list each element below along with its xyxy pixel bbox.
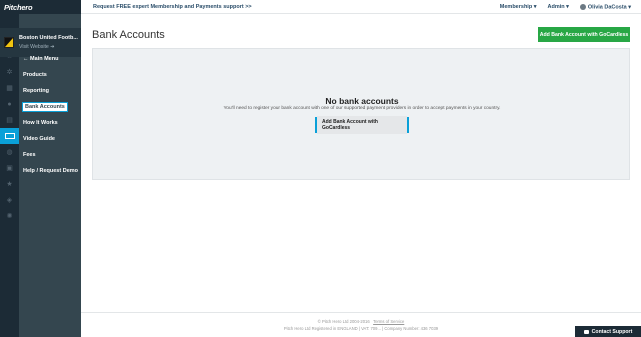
image-icon[interactable]: ▣ <box>0 160 19 176</box>
empty-state-description: You'll need to register your bank accoun… <box>223 106 501 111</box>
empty-state-add-button[interactable]: Add Bank Account with GoCardless <box>315 116 409 134</box>
sidebar-item-fees[interactable]: Fees <box>19 147 81 163</box>
chart-icon[interactable]: ▤ <box>0 112 19 128</box>
copyright-text: © Pitch Hero Ltd 2004-2016 <box>317 319 370 324</box>
calendar-icon[interactable]: ▦ <box>0 80 19 96</box>
sidebar-menu: ← Main Menu Products Reporting Bank Acco… <box>19 51 81 179</box>
empty-state-add-button-label: Add Bank Account with GoCardless <box>317 116 407 134</box>
shield-icon[interactable]: ◈ <box>0 192 19 208</box>
sidebar: Boston United Footb... Visit Website ➔ ←… <box>0 14 81 337</box>
chat-icon <box>583 329 589 334</box>
user-name: Olivia DaCosta ▾ <box>587 4 631 11</box>
terms-link[interactable]: Terms of Service <box>373 319 404 324</box>
cog-icon[interactable]: ✺ <box>0 208 19 224</box>
top-bar: Request FREE expert Membership and Payme… <box>81 0 641 14</box>
footer-company: Pitch Hero Ltd Registered in ENGLAND | V… <box>283 326 439 331</box>
sidebar-item-bank-accounts[interactable]: Bank Accounts <box>19 99 81 115</box>
page-title: Bank Accounts <box>92 29 165 41</box>
sidebar-item-reporting[interactable]: Reporting <box>19 83 81 99</box>
brand-name: Pitchero <box>4 2 33 12</box>
empty-state-title: No bank accounts <box>325 96 399 106</box>
rail-icons: ⌂ ✲ ▦ ● ▤ ◍ ▣ ★ ◈ ✺ <box>0 48 19 224</box>
sidebar-item-help[interactable]: Help / Request Demo <box>19 163 81 179</box>
payments-icon[interactable] <box>0 128 19 144</box>
promo-link[interactable]: Request FREE expert Membership and Payme… <box>93 4 252 10</box>
sidebar-item-products[interactable]: Products <box>19 67 81 83</box>
sidebar-item-video-guide[interactable]: Video Guide <box>19 131 81 147</box>
contact-support-button[interactable]: Contact Support <box>575 326 641 337</box>
admin-menu[interactable]: Admin ▾ <box>547 4 568 10</box>
sidebar-item-main-menu[interactable]: ← Main Menu <box>19 51 81 67</box>
brand-logo[interactable]: Pitchero <box>0 0 81 14</box>
globe-icon[interactable]: ◍ <box>0 144 19 160</box>
visit-website-link[interactable]: Visit Website ➔ <box>19 44 78 50</box>
membership-menu[interactable]: Membership ▾ <box>500 4 537 10</box>
club-crest-icon <box>4 37 14 48</box>
users-icon[interactable]: ● <box>0 96 19 112</box>
footer-divider <box>81 312 641 313</box>
contact-support-label: Contact Support <box>591 328 633 335</box>
star-icon[interactable]: ★ <box>0 176 19 192</box>
main-content: Bank Accounts Add Bank Account with GoCa… <box>81 15 641 337</box>
footer-copyright: © Pitch Hero Ltd 2004-2016 Terms of Serv… <box>81 319 641 324</box>
sidebar-item-how-it-works[interactable]: How It Works <box>19 115 81 131</box>
add-bank-account-button[interactable]: Add Bank Account with GoCardless <box>538 27 630 42</box>
empty-state-panel: No bank accounts You'll need to register… <box>92 48 630 180</box>
top-nav: Membership ▾ Admin ▾ Olivia DaCosta ▾ <box>500 4 631 10</box>
avatar <box>579 4 586 10</box>
club-name: Boston United Footb... <box>19 35 78 41</box>
user-menu[interactable]: Olivia DaCosta ▾ <box>579 4 631 11</box>
gear-icon[interactable]: ✲ <box>0 64 19 80</box>
